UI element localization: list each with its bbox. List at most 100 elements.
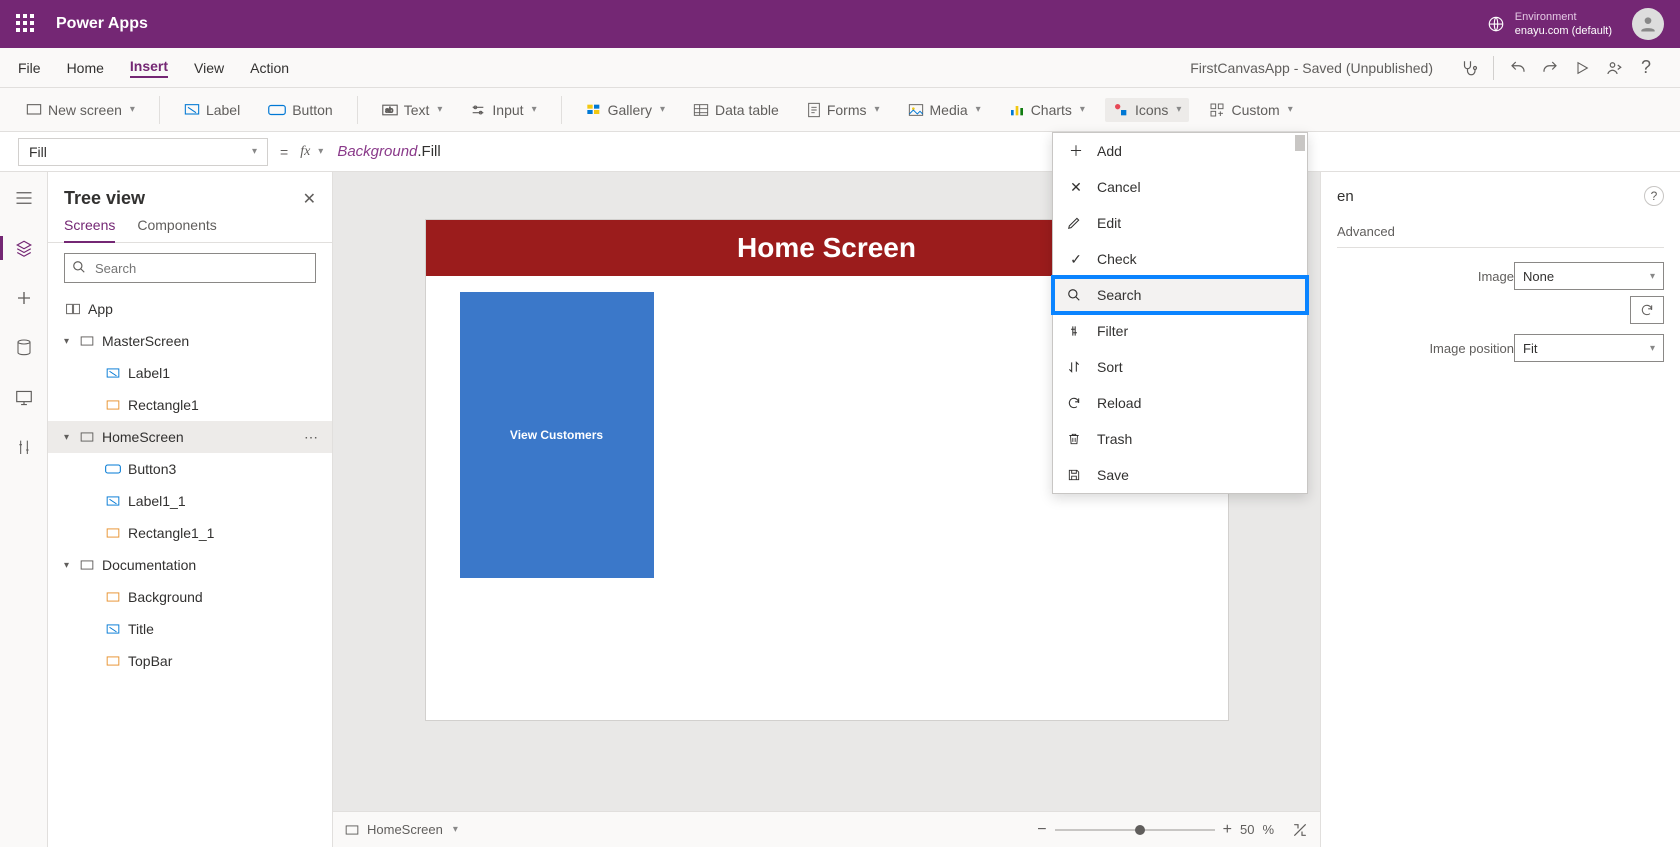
charts-dropdown[interactable]: Charts▾ (1001, 98, 1093, 122)
tree-node-title[interactable]: Title (48, 613, 332, 645)
upload-image-button[interactable] (1630, 296, 1664, 324)
scrollbar[interactable] (1295, 135, 1305, 151)
icon-menu-item-filter[interactable]: Filter (1053, 313, 1307, 349)
forms-dropdown[interactable]: Forms▾ (799, 98, 888, 122)
gallery-icon (586, 103, 602, 117)
magnifier-icon (1067, 288, 1085, 302)
tree-search-input[interactable] (64, 253, 316, 283)
text-dropdown[interactable]: ab Text▾ (374, 98, 451, 122)
tree-node-homescreen[interactable]: ▾ HomeScreen ⋯ (48, 421, 332, 453)
shapes-icon (1113, 102, 1129, 118)
icon-menu-item-edit[interactable]: Edit (1053, 205, 1307, 241)
plus-icon (15, 289, 33, 307)
text-label: Text (404, 102, 430, 118)
label-button[interactable]: Label (176, 98, 248, 122)
screen-icon (26, 103, 42, 117)
data-table-button[interactable]: Data table (685, 98, 787, 122)
tree-node-label1-1[interactable]: Label1_1 (48, 485, 332, 517)
tree-node-rectangle1[interactable]: Rectangle1 (48, 389, 332, 421)
property-label: Fill (29, 144, 47, 160)
tree-node-masterscreen[interactable]: ▾ MasterScreen (48, 325, 332, 357)
tree-node-rectangle1-1[interactable]: Rectangle1_1 (48, 517, 332, 549)
redo-button[interactable] (1534, 52, 1566, 84)
icon-menu-item-add[interactable]: ＋ Add (1053, 133, 1307, 169)
zoom-slider[interactable] (1055, 829, 1215, 831)
button-button[interactable]: Button (260, 98, 340, 122)
tree-tab-components[interactable]: Components (137, 217, 216, 242)
tree-home-label: HomeScreen (102, 429, 184, 445)
view-customers-button[interactable]: View Customers (460, 292, 654, 578)
button-label: Button (292, 102, 332, 118)
icon-item-label: Trash (1097, 431, 1132, 447)
custom-dropdown[interactable]: Custom▾ (1201, 98, 1300, 122)
icons-dropdown[interactable]: Icons▾ (1105, 98, 1190, 122)
gallery-dropdown[interactable]: Gallery▾ (578, 98, 673, 122)
prop-position-dropdown[interactable]: Fit▾ (1514, 334, 1664, 362)
rail-data[interactable] (8, 332, 40, 364)
media-label: Media (930, 102, 968, 118)
tree-node-app[interactable]: App (48, 293, 332, 325)
close-tree-button[interactable]: ✕ (303, 189, 316, 209)
app-checker-button[interactable] (1453, 52, 1485, 84)
prop-image-dropdown[interactable]: None▾ (1514, 262, 1664, 290)
icon-menu-item-reload[interactable]: Reload (1053, 385, 1307, 421)
undo-button[interactable] (1502, 52, 1534, 84)
icon-menu-item-save[interactable]: Save (1053, 457, 1307, 493)
icon-menu-item-search[interactable]: Search (1053, 277, 1307, 313)
media-dropdown[interactable]: Media▾ (900, 98, 989, 122)
rail-hamburger[interactable] (8, 182, 40, 214)
tree-node-topbar[interactable]: TopBar (48, 645, 332, 677)
plus-icon: ＋ (1067, 141, 1085, 161)
tree-tb-label: TopBar (128, 653, 172, 669)
help-button[interactable]: ? (1630, 52, 1662, 84)
rail-tree-view[interactable] (8, 232, 40, 264)
icon-menu-item-sort[interactable]: Sort (1053, 349, 1307, 385)
fit-to-screen-button[interactable] (1292, 822, 1308, 838)
trash-icon (1067, 432, 1085, 446)
sort-icon (1067, 360, 1085, 374)
icon-menu-item-check[interactable]: ✓ Check (1053, 241, 1307, 277)
tools-icon (16, 439, 32, 457)
icon-item-label: Sort (1097, 359, 1123, 375)
chart-icon (1009, 103, 1025, 117)
menu-insert[interactable]: Insert (130, 58, 168, 78)
menu-file[interactable]: File (18, 60, 41, 76)
input-label: Input (492, 102, 523, 118)
zoom-out-button[interactable]: − (1037, 821, 1046, 839)
text-icon: ab (382, 104, 398, 116)
prop-tab-advanced[interactable]: Advanced (1337, 224, 1395, 247)
icon-menu-item-cancel[interactable]: ✕ Cancel (1053, 169, 1307, 205)
zoom-in-button[interactable]: + (1223, 821, 1232, 839)
property-dropdown[interactable]: Fill ▾ (18, 138, 268, 166)
label-icon (104, 623, 122, 635)
menu-action[interactable]: Action (250, 60, 289, 76)
properties-panel: en ? Advanced Image None▾ Image position… (1320, 172, 1680, 847)
rail-insert[interactable] (8, 282, 40, 314)
question-icon: ? (1641, 57, 1651, 78)
menu-view[interactable]: View (194, 60, 224, 76)
input-dropdown[interactable]: Input▾ (462, 98, 544, 122)
share-button[interactable] (1598, 52, 1630, 84)
tree-btn3-label: Button3 (128, 461, 176, 477)
rectangle-icon (104, 655, 122, 667)
tree-node-label1[interactable]: Label1 (48, 357, 332, 389)
tree-node-button3[interactable]: Button3 (48, 453, 332, 485)
tree-node-documentation[interactable]: ▾ Documentation (48, 549, 332, 581)
rail-media[interactable] (8, 382, 40, 414)
property-panel-title-suffix: en (1337, 188, 1354, 205)
user-avatar[interactable] (1632, 8, 1664, 40)
app-launcher-icon[interactable] (16, 14, 36, 34)
icon-menu-item-trash[interactable]: Trash (1053, 421, 1307, 457)
environment-picker[interactable]: Environment enayu.com (default) (1487, 10, 1612, 38)
new-screen-button[interactable]: New screen▾ (18, 98, 143, 122)
prop-image-label: Image (1337, 269, 1514, 284)
help-button[interactable]: ? (1644, 186, 1664, 206)
more-icon[interactable]: ⋯ (304, 429, 318, 446)
rail-advanced[interactable] (8, 432, 40, 464)
formula-input[interactable]: Background.Fill (337, 143, 1662, 160)
tree-node-background[interactable]: Background (48, 581, 332, 613)
play-button[interactable] (1566, 52, 1598, 84)
tree-tab-screens[interactable]: Screens (64, 217, 115, 243)
menu-home[interactable]: Home (67, 60, 104, 76)
footer-screen-name[interactable]: HomeScreen (367, 822, 443, 837)
